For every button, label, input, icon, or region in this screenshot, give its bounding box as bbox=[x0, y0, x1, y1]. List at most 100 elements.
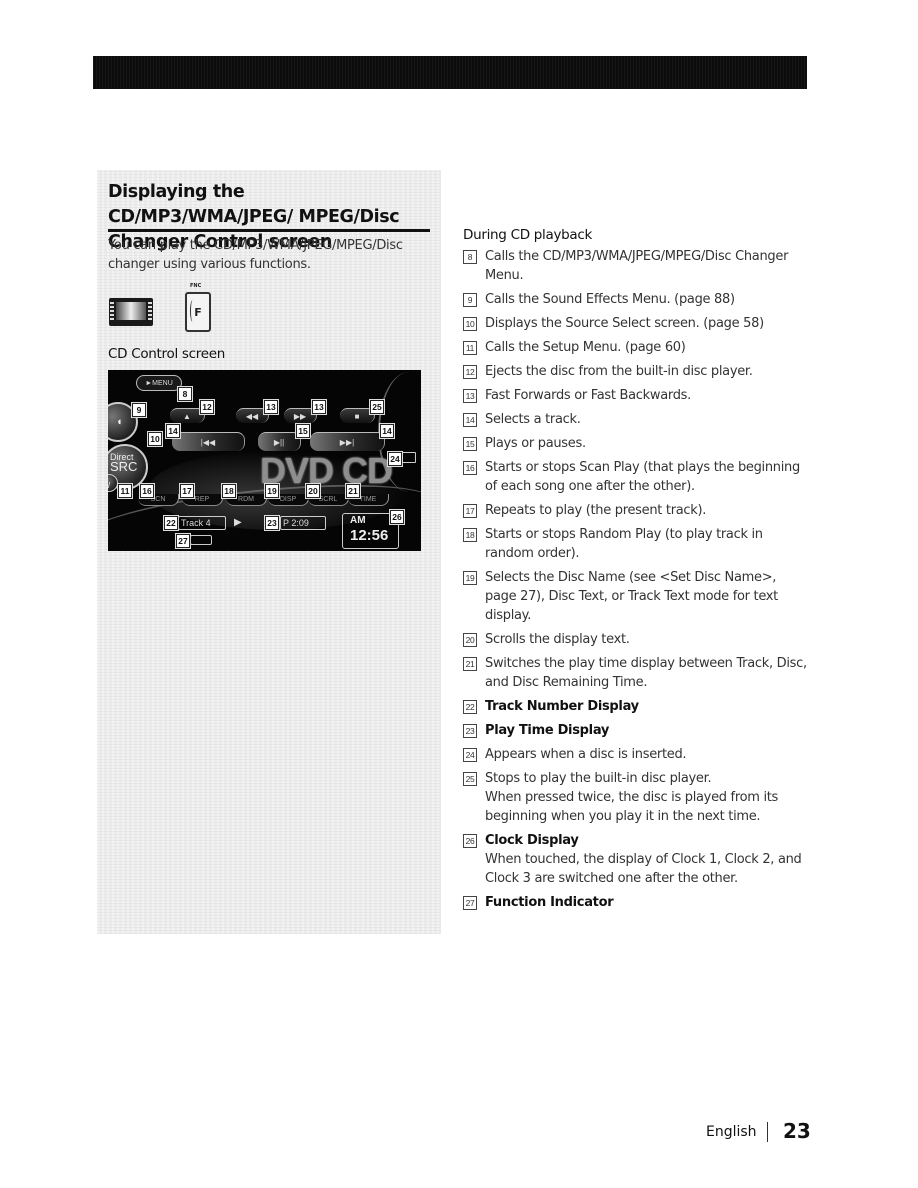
track-number-display: Track 4 bbox=[178, 516, 226, 530]
play-pause-button[interactable]: ▶|| bbox=[258, 432, 301, 451]
callout-25: 25 bbox=[369, 399, 385, 415]
speaker-icon: ◖ bbox=[116, 416, 123, 428]
callout-item: 24 Appears when a disc is inserted. bbox=[463, 745, 808, 764]
callout-number-badge: 11 bbox=[463, 341, 477, 355]
previous-track-button[interactable]: |◀◀ bbox=[172, 432, 245, 451]
callout-number-badge: 25 bbox=[463, 772, 477, 786]
callout-description: Selects a track. bbox=[485, 412, 581, 427]
playback-heading: During CD playback bbox=[463, 227, 593, 243]
callout-description: Track Number Display bbox=[485, 699, 639, 714]
callout-item: 15 Plays or pauses. bbox=[463, 434, 808, 453]
callout-number-badge: 12 bbox=[463, 365, 477, 379]
fnc-key-glyph: F bbox=[194, 305, 202, 319]
callout-20: 20 bbox=[305, 483, 321, 499]
callout-description: Ejects the disc from the built-in disc p… bbox=[485, 364, 753, 379]
eject-icon: ▲ bbox=[183, 411, 191, 421]
callout-description: Calls the Sound Effects Menu. (page 88) bbox=[485, 292, 735, 307]
unit-screen bbox=[116, 302, 146, 320]
callout-15: 15 bbox=[295, 423, 311, 439]
wrench-icon: / bbox=[108, 481, 111, 490]
callout-item: 14 Selects a track. bbox=[463, 410, 808, 429]
callout-9: 9 bbox=[131, 402, 147, 418]
callout-description: Fast Forwards or Fast Backwards. bbox=[485, 388, 691, 403]
display-label: DISP bbox=[279, 496, 297, 503]
function-indicator bbox=[190, 535, 212, 545]
next-track-button[interactable]: ▶▶| bbox=[310, 432, 385, 451]
callout-number-badge: 27 bbox=[463, 896, 477, 910]
page-number: 23 bbox=[783, 1119, 811, 1143]
previous-track-icon: |◀◀ bbox=[200, 437, 216, 447]
footer-language: English bbox=[706, 1124, 757, 1140]
callout-13-ff: 13 bbox=[311, 399, 327, 415]
callout-number-badge: 13 bbox=[463, 389, 477, 403]
callout-19: 19 bbox=[264, 483, 280, 499]
menu-button[interactable]: ► MENU bbox=[136, 375, 182, 391]
callout-13-rewind: 13 bbox=[263, 399, 279, 415]
callout-list: 8 Calls the CD/MP3/WMA/JPEG/MPEG/Disc Cha… bbox=[463, 247, 808, 912]
random-label: RDM bbox=[238, 496, 254, 503]
callout-27: 27 bbox=[175, 533, 191, 549]
time-label: TIME bbox=[359, 496, 377, 503]
callout-description: Starts or stops Random Play (to play tra… bbox=[485, 527, 763, 561]
title-rule bbox=[108, 229, 430, 232]
callout-16: 16 bbox=[139, 483, 155, 499]
callout-number-badge: 9 bbox=[463, 293, 477, 307]
callout-26: 26 bbox=[389, 509, 405, 525]
callout-item: 17 Repeats to play (the present track). bbox=[463, 501, 808, 520]
callout-item: 8 Calls the CD/MP3/WMA/JPEG/MPEG/Disc Cha… bbox=[463, 247, 808, 285]
callout-number-badge: 16 bbox=[463, 461, 477, 475]
callout-14-prev: 14 bbox=[165, 423, 181, 439]
callout-item: 23 Play Time Display bbox=[463, 721, 808, 740]
callout-description: Starts or stops Scan Play (that plays th… bbox=[485, 460, 800, 494]
direct-src-label: Direct SRC bbox=[110, 452, 137, 473]
callout-number-badge: 19 bbox=[463, 571, 477, 585]
callout-10: 10 bbox=[147, 431, 163, 447]
callout-number-badge: 20 bbox=[463, 633, 477, 647]
callout-description: Calls the CD/MP3/WMA/JPEG/MPEG/Disc Chan… bbox=[485, 249, 789, 283]
scroll-label: SCRL bbox=[318, 496, 338, 503]
callout-note: When pressed twice, the disc is played f… bbox=[485, 790, 779, 824]
callout-12: 12 bbox=[199, 399, 215, 415]
cd-control-screen: ► MENU 8 ◖ 9 Direct SRC 10 / 11 ▲ 12 ◀◀ … bbox=[108, 370, 421, 551]
callout-item: 13 Fast Forwards or Fast Backwards. bbox=[463, 386, 808, 405]
disc-inserted-indicator bbox=[402, 452, 416, 463]
callout-23: 23 bbox=[264, 515, 280, 531]
callout-item: 12 Ejects the disc from the built-in disc… bbox=[463, 362, 808, 381]
callout-item: 19 Selects the Disc Name (see <Set Disc N… bbox=[463, 568, 808, 625]
callout-item: 27 Function Indicator bbox=[463, 893, 808, 912]
repeat-label: REP bbox=[194, 496, 210, 503]
callout-description: Appears when a disc is inserted. bbox=[485, 747, 687, 762]
callout-description: Play Time Display bbox=[485, 723, 610, 738]
intro-text: You can play the CD/MP3/WMA/JPEG/MPEG/Di… bbox=[108, 238, 403, 272]
callout-item: 16 Starts or stops Scan Play (that plays … bbox=[463, 458, 808, 496]
callout-number-badge: 10 bbox=[463, 317, 477, 331]
callout-number-badge: 14 bbox=[463, 413, 477, 427]
callout-item: 26 Clock Display When touched, the display… bbox=[463, 831, 808, 888]
callout-description: Switches the play time display between T… bbox=[485, 656, 807, 690]
callout-description: Calls the Setup Menu. (page 60) bbox=[485, 340, 686, 355]
source-logo: DVD CD bbox=[260, 450, 393, 491]
callout-18: 18 bbox=[221, 483, 237, 499]
play-pause-icon: ▶|| bbox=[273, 437, 285, 447]
callout-number-badge: 17 bbox=[463, 504, 477, 518]
callout-number-badge: 24 bbox=[463, 748, 477, 762]
clock-ampm: AM bbox=[350, 515, 366, 526]
callout-14-next: 14 bbox=[379, 423, 395, 439]
fast-forward-icon: ▶▶ bbox=[293, 411, 307, 421]
unit-side-buttons-left bbox=[110, 302, 114, 320]
stop-icon: ■ bbox=[354, 411, 360, 421]
callout-number-badge: 22 bbox=[463, 700, 477, 714]
fnc-label: FNC bbox=[190, 283, 202, 289]
callout-number-badge: 15 bbox=[463, 437, 477, 451]
callout-description: Repeats to play (the present track). bbox=[485, 503, 707, 518]
callout-11: 11 bbox=[117, 483, 133, 499]
callout-description: Scrolls the display text. bbox=[485, 632, 630, 647]
callout-description: Function Indicator bbox=[485, 895, 614, 910]
left-panel-background bbox=[97, 170, 441, 934]
head-unit-icon bbox=[109, 298, 153, 326]
callout-number-badge: 26 bbox=[463, 834, 477, 848]
callout-description: Stops to play the built-in disc player. bbox=[485, 771, 712, 786]
callout-description: Clock Display bbox=[485, 833, 579, 848]
menu-label: MENU bbox=[152, 379, 173, 387]
callout-22: 22 bbox=[163, 515, 179, 531]
